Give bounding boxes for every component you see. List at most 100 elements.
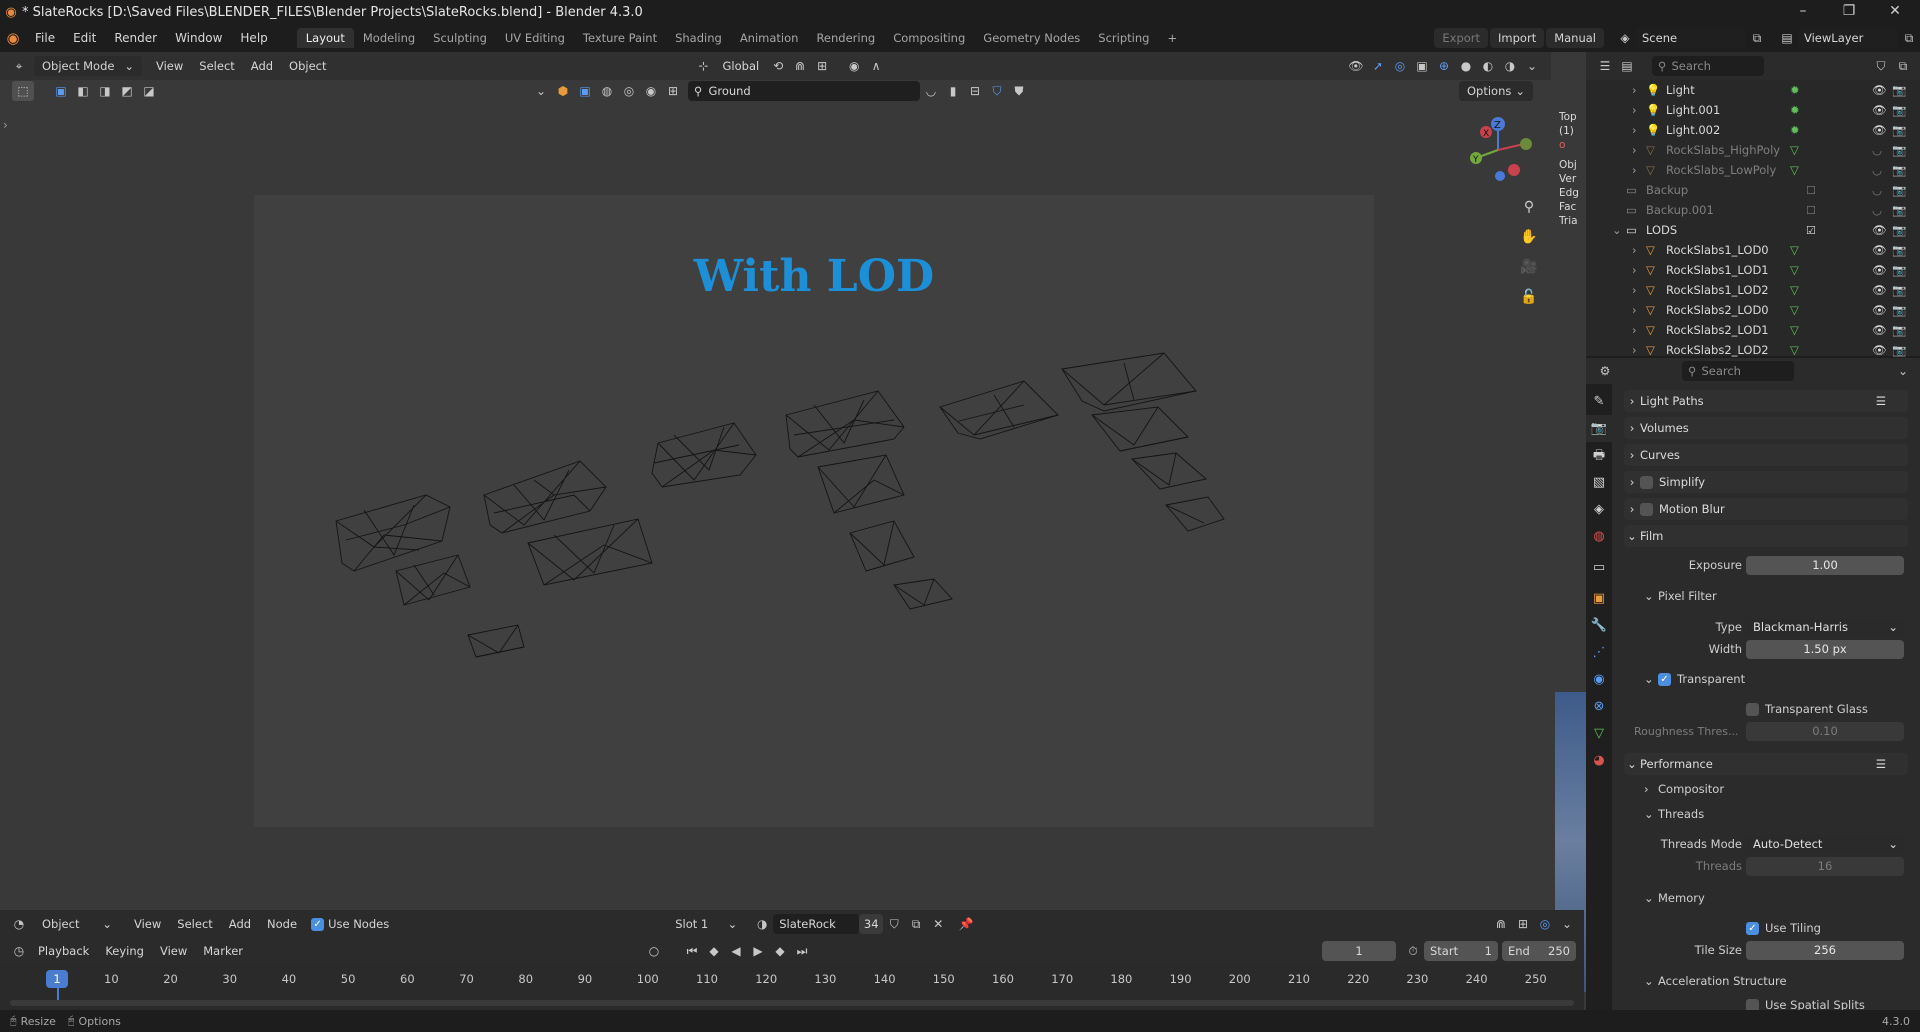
tab-rendering[interactable]: Rendering (807, 28, 884, 48)
select-extend-icon[interactable]: ◧ (72, 81, 94, 101)
memory-subpanel[interactable]: ⌄ Memory (1644, 887, 1920, 909)
menu-window[interactable]: Window (166, 31, 231, 45)
display-mode-icon[interactable]: ▤ (1616, 56, 1638, 76)
film-panel[interactable]: ⌄ Film (1624, 525, 1908, 547)
camera-render-icon[interactable]: 📷 (1892, 303, 1906, 317)
outliner-row[interactable]: › 💡 Light.002 ✹ 👁 📷 (1586, 120, 1920, 140)
filter-solid-icon[interactable]: ▣ (574, 81, 596, 101)
expand-icon[interactable]: › (1632, 83, 1646, 97)
mesh-data-icon[interactable]: ▽ (1790, 163, 1799, 177)
snap-icon[interactable]: ⋒ (1490, 914, 1512, 934)
material-tab-icon[interactable]: ◕ (1586, 747, 1612, 774)
transparent-glass-checkbox[interactable] (1746, 702, 1759, 716)
menu-select[interactable]: Select (169, 917, 220, 931)
outliner-search-input[interactable]: ⚲ Search (1652, 56, 1764, 76)
timeline-area[interactable]: 1 10 20 30 40 50 60 70 80 90 100 110 120 130 140 150 16… (0, 964, 1584, 1010)
camera-view-icon[interactable]: 🎥 (1518, 256, 1540, 278)
camera-render-icon[interactable]: 📷 (1892, 143, 1906, 157)
light-data-icon[interactable]: ✹ (1790, 83, 1800, 97)
tab-compositing[interactable]: Compositing (884, 28, 974, 48)
close-button[interactable]: ✕ (1872, 0, 1918, 24)
transparent-checkbox[interactable]: ✓ (1658, 672, 1671, 686)
eye-icon[interactable]: 👁 (1872, 123, 1887, 137)
shader-type-dropdown[interactable]: Object ⌄ (34, 914, 120, 934)
collection-tab-icon[interactable]: ▭ (1586, 554, 1612, 581)
menu-node[interactable]: Node (259, 917, 305, 931)
zoom-icon[interactable]: ⚲ (1518, 196, 1540, 218)
play-reverse-icon[interactable]: ◀ (725, 941, 747, 961)
shield-icon[interactable]: ⛊ (1008, 81, 1030, 101)
mesh-data-icon[interactable]: ▽ (1790, 243, 1799, 257)
slot-dropdown[interactable]: Slot 1 ⌄ (667, 914, 746, 934)
outliner-row[interactable]: › ▽ RockSlabs1_LOD1 ▽ 👁 📷 (1586, 260, 1920, 280)
falloff-icon[interactable]: ∧ (865, 56, 887, 76)
output-tab-icon[interactable]: 🖶 (1586, 442, 1612, 469)
minimize-button[interactable]: – (1780, 0, 1826, 24)
import-button[interactable]: Import (1490, 28, 1545, 48)
eye-icon[interactable]: 👁 (1872, 283, 1887, 297)
play-icon[interactable]: ▶ (747, 941, 769, 961)
camera-render-icon[interactable]: 📷 (1892, 103, 1906, 117)
eye-closed-icon[interactable]: ◡ (1872, 143, 1882, 157)
editor-type-icon[interactable]: ⌖ (8, 56, 30, 76)
playhead[interactable]: 1 (46, 970, 68, 988)
mesh-data-icon[interactable]: ▽ (1790, 143, 1799, 157)
preview-range-icon[interactable]: ⏱ (1402, 941, 1424, 961)
properties-editor-icon[interactable]: ⚙ (1594, 361, 1616, 381)
outliner-row[interactable]: › ▽ RockSlabs1_LOD0 ▽ 👁 📷 (1586, 240, 1920, 260)
manual-button[interactable]: Manual (1546, 28, 1604, 48)
eye-icon[interactable]: 👁 (1872, 83, 1887, 97)
filter-icon[interactable]: ⛉ (1870, 56, 1892, 76)
light-paths-panel[interactable]: › Light Paths ☰ (1624, 390, 1908, 412)
outliner-row[interactable]: › 💡 Light ✹ 👁 📷 (1586, 80, 1920, 100)
camera-render-icon[interactable]: 📷 (1892, 123, 1906, 137)
menu-view[interactable]: View (152, 944, 195, 958)
material-users-count[interactable]: 34 (859, 914, 884, 934)
clear-search-icon[interactable]: ◡ (920, 81, 942, 101)
proportional-edit-icon[interactable]: ◉ (843, 56, 865, 76)
expand-icon[interactable]: › (1632, 103, 1646, 117)
eye-icon[interactable]: 👁 (1872, 103, 1887, 117)
expand-icon[interactable]: › (1632, 143, 1646, 157)
light-data-icon[interactable]: ✹ (1790, 123, 1800, 137)
volumes-panel[interactable]: › Volumes (1624, 417, 1908, 439)
tab-uv-editing[interactable]: UV Editing (496, 28, 574, 48)
keying-menu[interactable]: Keying (97, 944, 152, 958)
prev-keyframe-icon[interactable]: ◆ (703, 941, 725, 961)
outliner-row[interactable]: ▭ Backup.001 ☐ ◡ 📷 (1586, 200, 1920, 220)
use-tiling-checkbox[interactable]: ✓ (1746, 921, 1759, 935)
transparent-glass-row[interactable]: Transparent Glass (1746, 698, 1906, 720)
tool-tab-icon[interactable]: ✎ (1586, 388, 1612, 415)
exclude-checkbox[interactable]: ☑ (1806, 224, 1816, 237)
use-tiling-row[interactable]: ✓ Use Tiling (1746, 917, 1906, 939)
unlink-material-icon[interactable]: ✕ (927, 914, 949, 934)
outliner-row[interactable]: ▭ Backup ☐ ◡ 📷 (1586, 180, 1920, 200)
filter-width-field[interactable]: 1.50 px (1746, 640, 1904, 659)
spatial-splits-row[interactable]: Use Spatial Splits (1746, 998, 1906, 1010)
pixel-filter-subpanel[interactable]: ⌄ Pixel Filter (1644, 585, 1920, 607)
chevron-down-icon[interactable]: ⌄ (1556, 914, 1578, 934)
pan-hand-icon[interactable]: ✋ (1518, 226, 1540, 248)
visibility-icon[interactable]: 👁 (1345, 56, 1367, 76)
particles-tab-icon[interactable]: ⋰ (1586, 639, 1612, 666)
use-nodes-checkbox[interactable]: ✓ (311, 917, 325, 931)
tab-texture-paint[interactable]: Texture Paint (574, 28, 666, 48)
material-shading-icon[interactable]: ◐ (1477, 56, 1499, 76)
tab-scripting[interactable]: Scripting (1089, 28, 1158, 48)
mesh-data-icon[interactable]: ▽ (1790, 303, 1799, 317)
outliner-row[interactable]: › 💡 Light.001 ✹ 👁 📷 (1586, 100, 1920, 120)
roughness-field[interactable]: 0.10 (1746, 722, 1904, 741)
eye-icon[interactable]: 👁 (1872, 263, 1887, 277)
playback-menu[interactable]: Playback (30, 944, 97, 958)
export-button[interactable]: Export (1434, 28, 1489, 48)
menu-render[interactable]: Render (105, 31, 166, 45)
filter-grid-icon[interactable]: ⊞ (662, 81, 684, 101)
spatial-splits-checkbox[interactable] (1746, 999, 1759, 1010)
camera-render-icon[interactable]: 📷 (1892, 283, 1906, 297)
tab-layout[interactable]: Layout (296, 28, 354, 48)
expand-icon[interactable]: › (1632, 243, 1646, 257)
eye-icon[interactable]: 👁 (1872, 323, 1887, 337)
rendered-shading-icon[interactable]: ◑ (1499, 56, 1521, 76)
outliner-row[interactable]: › ▽ RockSlabs1_LOD2 ▽ 👁 📷 (1586, 280, 1920, 300)
tab-shading[interactable]: Shading (666, 28, 731, 48)
